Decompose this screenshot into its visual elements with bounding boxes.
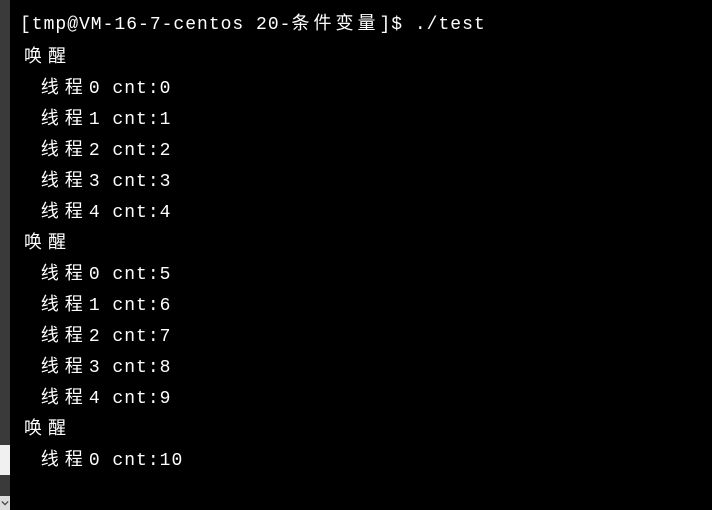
thread-id: 4 [89, 203, 113, 223]
thread-label: 线程 [24, 358, 89, 378]
cnt-value: 2 [160, 141, 172, 161]
cnt-value: 0 [160, 79, 172, 99]
cnt-value: 1 [160, 110, 172, 130]
terminal-scrollbar-track[interactable] [0, 0, 10, 510]
prompt-dir-cjk: 条件变量 [291, 15, 379, 35]
thread-line: 线程3 cnt:3 [20, 167, 712, 198]
cnt-value: 3 [160, 172, 172, 192]
cnt-label: cnt: [112, 327, 159, 347]
thread-label: 线程 [24, 172, 89, 192]
thread-label: 线程 [24, 265, 89, 285]
thread-label: 线程 [24, 327, 89, 347]
terminal-scrollbar-thumb[interactable] [0, 445, 10, 475]
thread-label: 线程 [24, 79, 89, 99]
thread-line: 线程0 cnt:0 [20, 74, 712, 105]
thread-id: 0 [89, 265, 113, 285]
thread-label: 线程 [24, 203, 89, 223]
cnt-label: cnt: [112, 389, 159, 409]
thread-id: 2 [89, 327, 113, 347]
thread-id: 0 [89, 79, 113, 99]
cnt-value: 5 [160, 265, 172, 285]
thread-id: 0 [89, 451, 113, 471]
cnt-value: 7 [160, 327, 172, 347]
thread-id: 1 [89, 110, 113, 130]
thread-label: 线程 [24, 141, 89, 161]
thread-label: 线程 [24, 110, 89, 130]
cnt-label: cnt: [112, 358, 159, 378]
thread-id: 3 [89, 358, 113, 378]
thread-label: 线程 [24, 389, 89, 409]
prompt-prefix: [tmp@VM-16-7-centos 20- [20, 15, 291, 35]
thread-line: 线程0 cnt:5 [20, 260, 712, 291]
cnt-label: cnt: [112, 296, 159, 316]
thread-id: 4 [89, 389, 113, 409]
thread-line: 线程3 cnt:8 [20, 353, 712, 384]
terminal-output: [tmp@VM-16-7-centos 20-条件变量]$ ./test 唤醒 … [0, 0, 712, 477]
cnt-value: 9 [160, 389, 172, 409]
thread-line: 线程2 cnt:2 [20, 136, 712, 167]
thread-id: 3 [89, 172, 113, 192]
thread-line: 线程2 cnt:7 [20, 322, 712, 353]
thread-line: 线程0 cnt:10 [20, 446, 712, 477]
wake-line: 唤醒 [20, 229, 712, 260]
cnt-label: cnt: [112, 265, 159, 285]
thread-line: 线程1 cnt:6 [20, 291, 712, 322]
scrollbar-down-arrow-icon[interactable] [0, 496, 10, 510]
cnt-label: cnt: [112, 141, 159, 161]
cnt-label: cnt: [112, 79, 159, 99]
cnt-value: 10 [160, 451, 184, 471]
thread-label: 线程 [24, 451, 89, 471]
cnt-value: 4 [160, 203, 172, 223]
cnt-label: cnt: [112, 110, 159, 130]
cnt-value: 6 [160, 296, 172, 316]
cnt-value: 8 [160, 358, 172, 378]
cnt-label: cnt: [112, 451, 159, 471]
command-text: ./test [415, 15, 486, 35]
prompt-suffix: ]$ [379, 15, 414, 35]
shell-prompt-line: [tmp@VM-16-7-centos 20-条件变量]$ ./test [20, 10, 712, 41]
thread-line: 线程1 cnt:1 [20, 105, 712, 136]
cnt-label: cnt: [112, 203, 159, 223]
thread-id: 2 [89, 141, 113, 161]
thread-line: 线程4 cnt:9 [20, 384, 712, 415]
wake-line: 唤醒 [20, 43, 712, 74]
thread-label: 线程 [24, 296, 89, 316]
wake-line: 唤醒 [20, 415, 712, 446]
cnt-label: cnt: [112, 172, 159, 192]
thread-id: 1 [89, 296, 113, 316]
thread-line: 线程4 cnt:4 [20, 198, 712, 229]
